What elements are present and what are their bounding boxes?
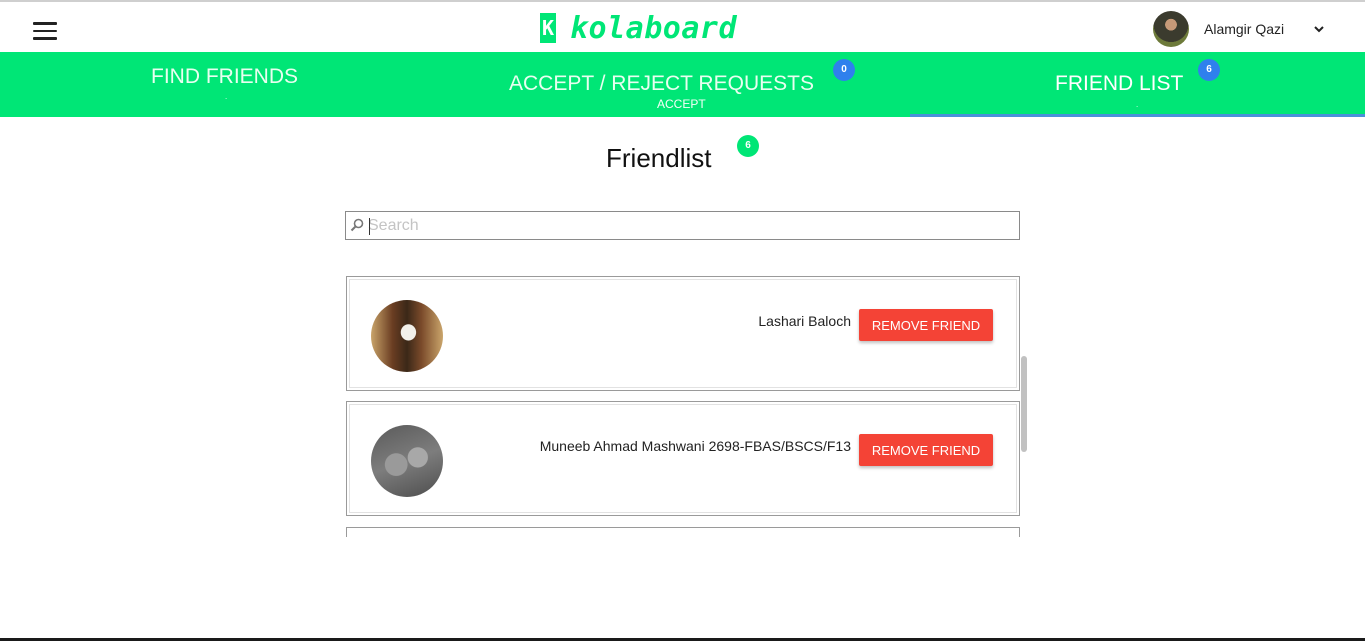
top-app-bar: K kolaboard Alamgir Qazi <box>0 0 1365 52</box>
friend-card: Lashari Baloch REMOVE FRIEND <box>346 276 1020 391</box>
friend-name: Lashari Baloch <box>758 313 851 329</box>
tab-sublabel: ACCEPT <box>657 97 706 111</box>
remove-friend-button[interactable]: REMOVE FRIEND <box>859 309 993 341</box>
tab-label: FIND FRIENDS <box>151 65 298 88</box>
logo-mark: K <box>540 13 556 43</box>
friend-avatar <box>371 300 443 372</box>
friend-count-badge: 6 <box>737 135 759 157</box>
hamburger-menu-icon[interactable] <box>33 22 57 40</box>
friend-avatar <box>371 425 443 497</box>
remove-friend-button[interactable]: REMOVE FRIEND <box>859 434 993 466</box>
page-title: Friendlist <box>606 143 712 173</box>
chevron-down-icon[interactable] <box>1312 22 1326 36</box>
tab-friend-list[interactable]: FRIEND LIST . 6 <box>910 52 1365 117</box>
list-scrollbar[interactable] <box>1021 356 1027 452</box>
magnifier-icon <box>350 218 364 232</box>
tab-find-friends[interactable]: FIND FRIENDS . <box>0 52 455 117</box>
friend-card-partial <box>346 527 1020 537</box>
friends-count-badge: 6 <box>1198 59 1220 81</box>
logo-text: kolaboard <box>570 10 738 46</box>
text-caret <box>369 218 370 235</box>
user-avatar <box>1153 11 1189 47</box>
active-tab-indicator <box>910 114 1365 117</box>
requests-count-badge: 0 <box>833 59 855 81</box>
tab-accept-reject-requests[interactable]: ACCEPT / REJECT REQUESTS ACCEPT 0 <box>455 52 910 117</box>
friend-card: Muneeb Ahmad Mashwani 2698-FBAS/BSCS/F13… <box>346 401 1020 516</box>
tab-sublabel: . <box>225 92 228 101</box>
app-logo[interactable]: K kolaboard <box>540 10 737 46</box>
friend-name: Muneeb Ahmad Mashwani 2698-FBAS/BSCS/F13 <box>539 438 851 454</box>
search-field[interactable] <box>345 211 1020 240</box>
tab-label: FRIEND LIST <box>1055 72 1184 95</box>
tab-label: ACCEPT / REJECT REQUESTS <box>509 72 814 95</box>
search-input[interactable] <box>368 214 1008 237</box>
user-menu[interactable]: Alamgir Qazi <box>1153 11 1326 47</box>
tab-bar: FIND FRIENDS . ACCEPT / REJECT REQUESTS … <box>0 52 1365 117</box>
user-name: Alamgir Qazi <box>1204 21 1285 37</box>
tab-sublabel: . <box>1136 100 1139 109</box>
